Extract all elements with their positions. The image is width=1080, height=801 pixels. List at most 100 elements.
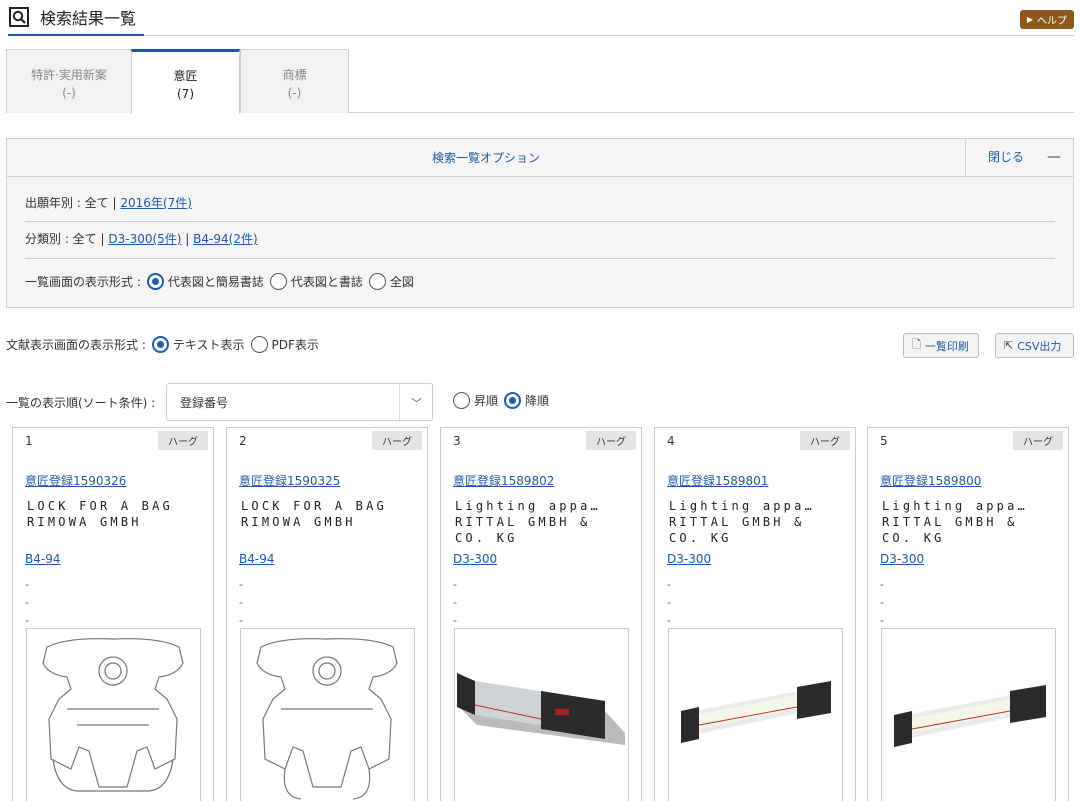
play-icon: ▶ — [1026, 15, 1033, 24]
office-badge: ハーグ — [586, 431, 636, 450]
sort-option-asc: 昇順 — [474, 394, 499, 408]
result-card: 1 ハーグ 意匠登録1590326 LOCK FOR A BAG RIMOWA G… — [12, 427, 214, 801]
tab-trademark[interactable]: 商標 (-) — [240, 49, 349, 113]
view-format-row: 一覧画面の表示形式 : 代表図と簡易書誌 代表図と書誌 全図 — [25, 273, 1055, 290]
view-radio-all[interactable] — [368, 273, 386, 290]
design-name: Lighting appa… RITTAL GMBH & CO. KG — [669, 498, 849, 546]
class-filter-link-d3[interactable]: D3-300(5件) — [108, 232, 181, 246]
design-name-line: LOCK FOR A BAG — [27, 499, 173, 513]
sort-select[interactable]: 登録番号 ﹀ — [166, 383, 433, 421]
result-card: 4 ハーグ 意匠登録1589801 Lighting appa… RITTAL G… — [654, 427, 856, 801]
print-label: 一覧印刷 — [924, 339, 969, 353]
representative-image[interactable] — [881, 628, 1056, 801]
office-badge: ハーグ — [800, 431, 850, 450]
representative-image[interactable] — [26, 628, 201, 801]
classification-link[interactable]: D3-300 — [667, 552, 711, 566]
sort-order-group: 昇順 降順 — [451, 392, 549, 409]
field-empty: - — [667, 596, 671, 609]
sort-radio-desc[interactable] — [504, 392, 522, 409]
applicant-line: RIMOWA GMBH — [27, 515, 142, 529]
classification-link[interactable]: D3-300 — [880, 552, 924, 566]
doc-radio-pdf[interactable] — [250, 336, 268, 353]
tab-count: (-) — [62, 86, 76, 100]
design-name-line: LOCK FOR A BAG — [241, 499, 387, 513]
tab-label: 商標 — [282, 68, 307, 82]
bag-lock-drawing — [256, 638, 398, 800]
field-empty: - — [667, 614, 671, 627]
sort-label: 一覧の表示順(ソート条件) : — [6, 396, 156, 410]
field-empty: - — [239, 614, 243, 627]
field-empty: - — [880, 614, 884, 627]
design-name-line: Lighting appa… — [669, 499, 815, 513]
chevron-down-icon: ﹀ — [411, 397, 422, 410]
applicant-line-2: CO. KG — [455, 531, 518, 545]
office-badge: ハーグ — [158, 431, 208, 450]
view-format-label: 一覧画面の表示形式 : — [25, 275, 141, 289]
close-options-button[interactable]: 閉じる — — [965, 139, 1073, 176]
registration-link[interactable]: 意匠登録1590325 — [239, 472, 340, 489]
field-empty: - — [239, 596, 243, 609]
sort-row: 一覧の表示順(ソート条件) : — [6, 384, 155, 422]
result-card: 2 ハーグ 意匠登録1590325 LOCK FOR A BAG RIMOWA G… — [226, 427, 428, 801]
tab-count: (7) — [177, 87, 194, 101]
classification-link[interactable]: B4-94 — [239, 552, 274, 566]
year-filter-row: 出願年別 : 全て | 2016年(7件) — [25, 194, 1055, 222]
applicant-line: RIMOWA GMBH — [241, 515, 356, 529]
registration-link[interactable]: 意匠登録1589801 — [667, 472, 768, 489]
print-list-button[interactable]: 🗋 一覧印刷 — [903, 333, 979, 358]
representative-image[interactable] — [454, 628, 629, 801]
registration-link[interactable]: 意匠登録1590326 — [25, 472, 126, 489]
design-name: LOCK FOR A BAG RIMOWA GMBH — [27, 498, 207, 530]
result-card: 3 ハーグ 意匠登録1589802 Lighting appa… RITTAL G… — [440, 427, 642, 801]
lighting-device-image — [894, 685, 1046, 747]
bag-lock-drawing — [42, 638, 184, 792]
tab-count: (-) — [287, 86, 302, 100]
classification-link[interactable]: B4-94 — [25, 552, 60, 566]
class-filter-label: 分類別 : 全て | — [25, 232, 105, 246]
field-empty: - — [25, 596, 29, 609]
registration-link[interactable]: 意匠登録1589800 — [880, 472, 981, 489]
field-empty: - — [25, 614, 29, 627]
applicant-line: RITTAL GMBH & — [669, 515, 805, 529]
class-filter-row: 分類別 : 全て | D3-300(5件) | B4-94(2件) — [25, 230, 1055, 259]
sort-value: 登録番号 — [180, 396, 229, 410]
design-name: LOCK FOR A BAG RIMOWA GMBH — [241, 498, 421, 530]
document-icon: 🗋 — [912, 338, 921, 351]
year-filter-label: 出願年別 : 全て | — [25, 196, 117, 210]
tab-patent[interactable]: 特許·実用新案 (-) — [6, 49, 132, 113]
help-label: ヘルプ — [1037, 16, 1067, 27]
export-icon: ⇱ — [1004, 339, 1014, 352]
field-empty: - — [453, 578, 457, 591]
options-header: 検索一覧オプション 閉じる — — [7, 139, 1073, 177]
help-button[interactable]: ▶ ヘルプ — [1019, 10, 1074, 29]
result-card: 5 ハーグ 意匠登録1589800 Lighting appa… RITTAL G… — [867, 427, 1069, 801]
sort-radio-asc[interactable] — [453, 392, 470, 409]
view-radio-simple[interactable] — [146, 273, 164, 290]
tab-label: 意匠 — [173, 69, 198, 83]
doc-radio-text[interactable] — [151, 336, 169, 353]
design-name: Lighting appa… RITTAL GMBH & CO. KG — [882, 498, 1062, 546]
registration-link[interactable]: 意匠登録1589802 — [453, 472, 554, 489]
class-separator: | — [185, 232, 190, 246]
applicant-line: RITTAL GMBH & — [882, 515, 1018, 529]
field-empty: - — [453, 596, 457, 609]
representative-image[interactable] — [240, 628, 415, 801]
select-divider — [399, 384, 400, 420]
tab-design[interactable]: 意匠 (7) — [131, 49, 240, 114]
year-filter-link[interactable]: 2016年(7件) — [120, 196, 192, 210]
card-number: 1 — [25, 434, 33, 448]
field-empty: - — [239, 578, 243, 591]
search-result-icon — [9, 7, 29, 27]
page-title: 検索結果一覧 — [40, 9, 137, 28]
classification-link[interactable]: D3-300 — [453, 552, 497, 566]
applicant-line: RITTAL GMBH & — [455, 515, 591, 529]
search-options-panel: 検索一覧オプション 閉じる — 出願年別 : 全て | 2016年(7件) 分類… — [6, 138, 1074, 308]
csv-label: CSV出力 — [1017, 339, 1062, 353]
view-radio-biblio[interactable] — [269, 273, 287, 290]
class-filter-link-b4[interactable]: B4-94(2件) — [193, 232, 257, 246]
sort-option-desc: 降順 — [525, 394, 550, 408]
representative-image[interactable] — [668, 628, 843, 801]
csv-export-button[interactable]: ⇱ CSV出力 — [995, 333, 1074, 358]
lighting-device-image — [457, 673, 625, 745]
doc-option-pdf: PDF表示 — [271, 338, 319, 352]
